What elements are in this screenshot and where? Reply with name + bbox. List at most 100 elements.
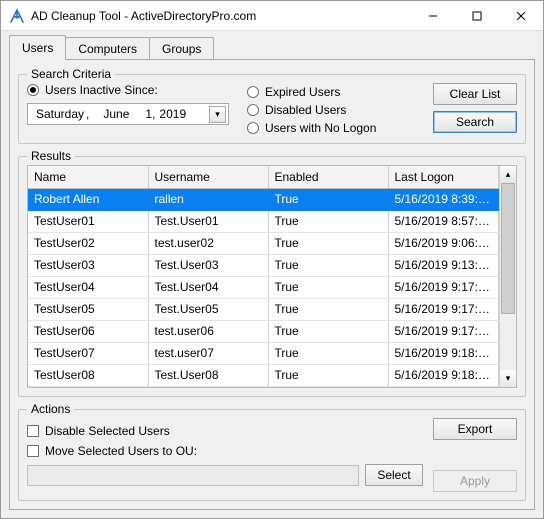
cell-name: TestUser06 xyxy=(28,320,148,342)
cell-username: test.user06 xyxy=(148,320,268,342)
cell-name: TestUser07 xyxy=(28,342,148,364)
minimize-button[interactable] xyxy=(411,1,455,30)
cell-enabled: True xyxy=(268,320,388,342)
cell-name: TestUser01 xyxy=(28,210,148,232)
cell-username: Test.User03 xyxy=(148,254,268,276)
scroll-thumb[interactable] xyxy=(501,183,515,314)
client-area: UsersComputersGroups Search Criteria Use… xyxy=(1,31,543,518)
cell-last: 5/16/2019 9:17:31 ... xyxy=(388,276,499,298)
radio-no-logon[interactable]: Users with No Logon xyxy=(247,121,423,135)
title-bar: AD Cleanup Tool - ActiveDirectoryPro.com xyxy=(1,1,543,31)
cell-name: TestUser04 xyxy=(28,276,148,298)
checkbox-box-icon xyxy=(27,445,39,457)
table-row[interactable]: TestUser07test.user07True5/16/2019 9:18:… xyxy=(28,342,499,364)
scroll-up-icon[interactable] xyxy=(500,166,516,183)
radio-expired-users[interactable]: Expired Users xyxy=(247,85,423,99)
table-row[interactable]: TestUser04Test.User04True5/16/2019 9:17:… xyxy=(28,276,499,298)
col-name[interactable]: Name xyxy=(28,166,148,188)
table-row[interactable]: TestUser01Test.User01True5/16/2019 8:57:… xyxy=(28,210,499,232)
search-row: Users Inactive Since: Saturday, June 1, … xyxy=(27,83,517,135)
table-row[interactable]: Robert AllenrallenTrue5/16/2019 8:39:25 … xyxy=(28,188,499,210)
tab-users[interactable]: Users xyxy=(9,35,66,60)
table-row[interactable]: TestUser02test.user02True5/16/2019 9:06:… xyxy=(28,232,499,254)
app-window: AD Cleanup Tool - ActiveDirectoryPro.com… xyxy=(0,0,544,519)
actions-right: Export Apply xyxy=(433,418,517,492)
cell-username: rallen xyxy=(148,188,268,210)
date-dropdown-icon[interactable] xyxy=(209,106,226,123)
close-button[interactable] xyxy=(499,1,543,30)
col-last-logon[interactable]: Last Logon xyxy=(388,166,499,188)
checkbox-disable-label: Disable Selected Users xyxy=(45,424,170,438)
cell-last: 5/16/2019 9:17:48 ... xyxy=(388,298,499,320)
cell-enabled: True xyxy=(268,342,388,364)
results-table: NameUsernameEnabledLast Logon Robert All… xyxy=(28,166,499,387)
date-weekday: Saturday xyxy=(34,107,86,121)
cell-last: 5/16/2019 9:06:58 ... xyxy=(388,232,499,254)
table-row[interactable]: TestUser03Test.User03True5/16/2019 9:13:… xyxy=(28,254,499,276)
cell-username: test.user02 xyxy=(148,232,268,254)
radio-disabled-users[interactable]: Disabled Users xyxy=(247,103,423,117)
radio-dot-icon xyxy=(247,122,259,134)
cell-name: Robert Allen xyxy=(28,188,148,210)
date-month: June xyxy=(101,107,131,121)
cell-last: 5/16/2019 8:57:54 ... xyxy=(388,210,499,232)
results-table-wrap: NameUsernameEnabledLast Logon Robert All… xyxy=(27,165,517,388)
search-criteria-title: Search Criteria xyxy=(27,67,115,81)
cell-name: TestUser08 xyxy=(28,364,148,386)
cell-last: 5/16/2019 9:17:59 ... xyxy=(388,320,499,342)
cell-enabled: True xyxy=(268,232,388,254)
search-button[interactable]: Search xyxy=(433,111,517,133)
search-mid: Expired Users Disabled Users Users with … xyxy=(247,83,423,135)
window-title: AD Cleanup Tool - ActiveDirectoryPro.com xyxy=(31,9,411,23)
tab-computers[interactable]: Computers xyxy=(65,37,150,59)
cell-username: Test.User01 xyxy=(148,210,268,232)
date-picker[interactable]: Saturday, June 1, 2019 xyxy=(27,103,229,125)
cell-name: TestUser03 xyxy=(28,254,148,276)
radio-dot-icon xyxy=(27,84,39,96)
scroll-down-icon[interactable] xyxy=(500,370,516,387)
checkbox-disable-users[interactable]: Disable Selected Users xyxy=(27,424,423,438)
checkbox-move-label: Move Selected Users to OU: xyxy=(45,444,197,458)
search-criteria-group: Search Criteria Users Inactive Since: Sa… xyxy=(18,74,526,144)
tab-groups[interactable]: Groups xyxy=(149,37,214,59)
select-ou-button[interactable]: Select xyxy=(365,464,423,486)
results-table-scroll: NameUsernameEnabledLast Logon Robert All… xyxy=(28,166,499,387)
radio-dot-icon xyxy=(247,86,259,98)
cell-name: TestUser02 xyxy=(28,232,148,254)
checkbox-move-ou[interactable]: Move Selected Users to OU: xyxy=(27,444,423,458)
window-buttons xyxy=(411,1,543,30)
radio-expired-label: Expired Users xyxy=(265,85,340,99)
cell-enabled: True xyxy=(268,298,388,320)
table-row[interactable]: TestUser05Test.User05True5/16/2019 9:17:… xyxy=(28,298,499,320)
scroll-track[interactable] xyxy=(500,183,516,370)
results-body: Robert AllenrallenTrue5/16/2019 8:39:25 … xyxy=(28,188,499,386)
table-row[interactable]: TestUser06test.user06True5/16/2019 9:17:… xyxy=(28,320,499,342)
actions-title: Actions xyxy=(27,402,74,416)
cell-last: 5/16/2019 9:18:18 ... xyxy=(388,364,499,386)
radio-inactive-since[interactable]: Users Inactive Since: xyxy=(27,83,237,97)
cell-enabled: True xyxy=(268,364,388,386)
export-button[interactable]: Export xyxy=(433,418,517,440)
tab-row: UsersComputersGroups xyxy=(9,35,535,59)
cell-enabled: True xyxy=(268,188,388,210)
search-right: Clear List Search xyxy=(433,83,517,133)
ou-path-input[interactable] xyxy=(27,465,359,486)
cell-username: Test.User04 xyxy=(148,276,268,298)
cell-last: 5/16/2019 8:39:25 ... xyxy=(388,188,499,210)
col-enabled[interactable]: Enabled xyxy=(268,166,388,188)
results-scrollbar[interactable] xyxy=(499,166,516,387)
col-username[interactable]: Username xyxy=(148,166,268,188)
apply-button[interactable]: Apply xyxy=(433,470,517,492)
maximize-button[interactable] xyxy=(455,1,499,30)
clear-list-button[interactable]: Clear List xyxy=(433,83,517,105)
ou-row: Select xyxy=(27,464,423,486)
search-left: Users Inactive Since: Saturday, June 1, … xyxy=(27,83,237,125)
results-title: Results xyxy=(27,149,75,163)
cell-username: Test.User05 xyxy=(148,298,268,320)
date-day: 1, xyxy=(143,107,157,121)
radio-inactive-label: Users Inactive Since: xyxy=(45,83,158,97)
radio-dot-icon xyxy=(247,104,259,116)
results-group: Results NameUsernameEnabledLast Logon Ro… xyxy=(18,156,526,397)
table-row[interactable]: TestUser08Test.User08True5/16/2019 9:18:… xyxy=(28,364,499,386)
app-icon xyxy=(9,8,25,24)
